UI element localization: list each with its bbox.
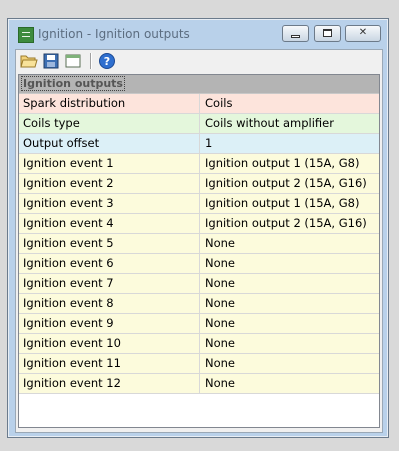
folder-open-icon[interactable] [20, 52, 38, 70]
category-header[interactable]: Ignition outputs [19, 75, 379, 94]
property-value[interactable]: Coils [200, 94, 379, 113]
property-name: Ignition event 3 [19, 194, 200, 213]
property-name: Spark distribution [19, 94, 200, 113]
property-row[interactable]: Spark distribution Coils [19, 94, 379, 114]
svg-text:?: ? [104, 55, 110, 68]
property-row[interactable]: Ignition event 2 Ignition output 2 (15A, … [19, 174, 379, 194]
property-name: Ignition event 7 [19, 274, 200, 293]
property-value[interactable]: 1 [200, 134, 379, 153]
property-name: Ignition event 4 [19, 214, 200, 233]
property-row[interactable]: Ignition event 11 None [19, 354, 379, 374]
toolbar-separator [90, 53, 92, 69]
app-window: Ignition - Ignition outputs ✕ ? Ignition… [7, 18, 389, 438]
property-row[interactable]: Coils type Coils without amplifier [19, 114, 379, 134]
property-value[interactable]: Ignition output 2 (15A, G16) [200, 174, 379, 193]
property-name: Ignition event 5 [19, 234, 200, 253]
property-name: Ignition event 8 [19, 294, 200, 313]
property-row[interactable]: Ignition event 4 Ignition output 2 (15A, … [19, 214, 379, 234]
spreadsheet-icon [18, 27, 34, 43]
property-value[interactable]: None [200, 254, 379, 273]
property-value[interactable]: Ignition output 1 (15A, G8) [200, 194, 379, 213]
help-icon[interactable]: ? [98, 52, 116, 70]
property-value[interactable]: Ignition output 2 (15A, G16) [200, 214, 379, 233]
property-row[interactable]: Output offset 1 [19, 134, 379, 154]
property-value[interactable]: Coils without amplifier [200, 114, 379, 133]
property-row[interactable]: Ignition event 10 None [19, 334, 379, 354]
property-value[interactable]: None [200, 234, 379, 253]
title-bar[interactable]: Ignition - Ignition outputs [8, 19, 388, 49]
property-name: Ignition event 10 [19, 334, 200, 353]
minimize-button[interactable] [282, 25, 309, 42]
property-name: Ignition event 6 [19, 254, 200, 273]
property-name: Ignition event 9 [19, 314, 200, 333]
property-row[interactable]: Ignition event 6 None [19, 254, 379, 274]
property-name: Ignition event 12 [19, 374, 200, 393]
property-value[interactable]: Ignition output 1 (15A, G8) [200, 154, 379, 173]
maximize-button[interactable] [314, 25, 341, 42]
toolbar: ? [16, 50, 382, 72]
property-grid: Ignition outputs Spark distribution Coils… [18, 74, 380, 428]
property-name: Ignition event 1 [19, 154, 200, 173]
property-value[interactable]: None [200, 314, 379, 333]
window-title: Ignition - Ignition outputs [38, 27, 190, 41]
property-name: Output offset [19, 134, 200, 153]
property-value[interactable]: None [200, 274, 379, 293]
property-value[interactable]: None [200, 354, 379, 373]
property-row[interactable]: Ignition event 1 Ignition output 1 (15A, … [19, 154, 379, 174]
category-label: Ignition outputs [21, 76, 125, 91]
property-rows: Spark distribution Coils Coils type Coils w… [19, 94, 379, 394]
property-value[interactable]: None [200, 374, 379, 393]
property-value[interactable]: None [200, 334, 379, 353]
property-row[interactable]: Ignition event 5 None [19, 234, 379, 254]
property-row[interactable]: Ignition event 12 None [19, 374, 379, 394]
property-row[interactable]: Ignition event 9 None [19, 314, 379, 334]
client-area: ? Ignition outputs Spark distribution Coi… [15, 49, 383, 433]
property-row[interactable]: Ignition event 7 None [19, 274, 379, 294]
property-name: Coils type [19, 114, 200, 133]
property-value[interactable]: None [200, 294, 379, 313]
save-icon[interactable] [42, 52, 60, 70]
property-name: Ignition event 11 [19, 354, 200, 373]
property-row[interactable]: Ignition event 3 Ignition output 1 (15A, … [19, 194, 379, 214]
property-name: Ignition event 2 [19, 174, 200, 193]
close-button[interactable] [345, 25, 381, 42]
property-row[interactable]: Ignition event 8 None [19, 294, 379, 314]
window-icon[interactable] [64, 52, 82, 70]
